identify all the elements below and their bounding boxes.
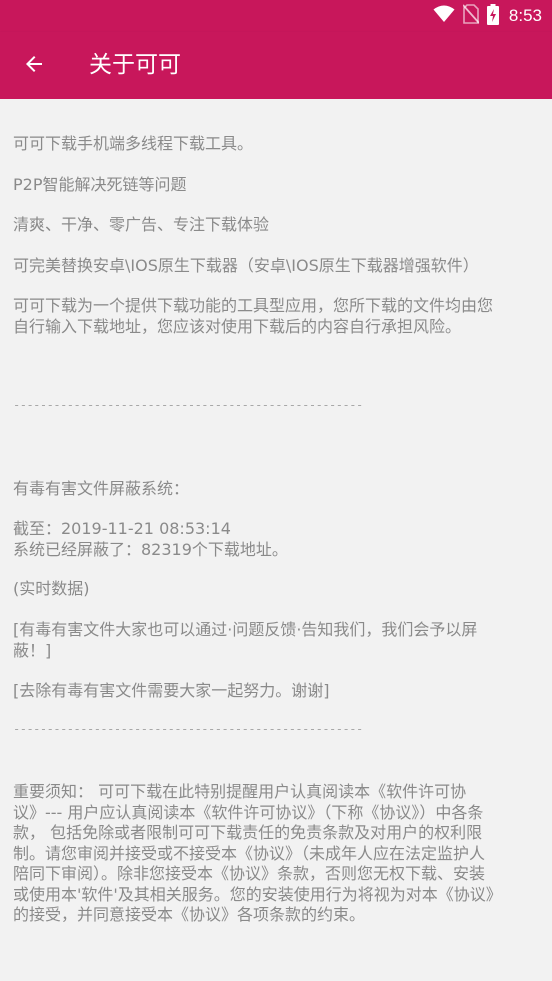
feature-text: 清爽、干净、零广告、专注下载体验	[13, 215, 270, 234]
p2p-text: P2P智能解决死链等问题	[13, 175, 187, 194]
divider: ----------------------------------------…	[13, 398, 363, 412]
back-button[interactable]	[16, 48, 52, 84]
status-icons: 8:53	[433, 3, 542, 29]
report-text: [有毒有害文件大家也可以通过·问题反馈·告知我们，我们会予以屏 蔽！]	[13, 620, 478, 660]
blocker-stats: 截至：2019-11-21 08:53:14 系统已经屏蔽了：82319个下载地…	[13, 519, 288, 559]
page-title: 关于可可	[89, 52, 181, 78]
status-bar: 8:53	[0, 0, 552, 32]
about-content[interactable]: 可可下载手机端多线程下载工具。 P2P智能解决死链等问题 清爽、干净、零广告、专…	[0, 99, 552, 981]
replace-text: 可完美替换安卓\IOS原生下载器（安卓\IOS原生下载器增强软件）	[13, 256, 479, 275]
blocker-title: 有毒有害文件屏蔽系统：	[13, 479, 190, 498]
no-sim-icon	[462, 4, 480, 28]
disclaimer-text: 可可下载为一个提供下载功能的工具型应用，您所下载的文件均由您 自行输入下载地址，…	[13, 296, 494, 336]
realtime-note: (实时数据)	[13, 579, 90, 598]
battery-charging-icon	[486, 3, 499, 29]
wifi-icon	[433, 5, 455, 27]
divider: ----------------------------------------…	[13, 722, 363, 736]
app-bar: 关于可可	[0, 32, 552, 99]
intro-text: 可可下载手机端多线程下载工具。	[13, 134, 254, 153]
arrow-left-icon	[22, 52, 46, 80]
effort-text: [去除有毒有害文件需要大家一起努力。谢谢]	[13, 681, 330, 700]
notice-text: 重要须知： 可可下载在此特别提醒用户认真阅读本《软件许可协 议》--- 用户应认…	[13, 782, 502, 924]
status-time: 8:53	[508, 6, 542, 25]
